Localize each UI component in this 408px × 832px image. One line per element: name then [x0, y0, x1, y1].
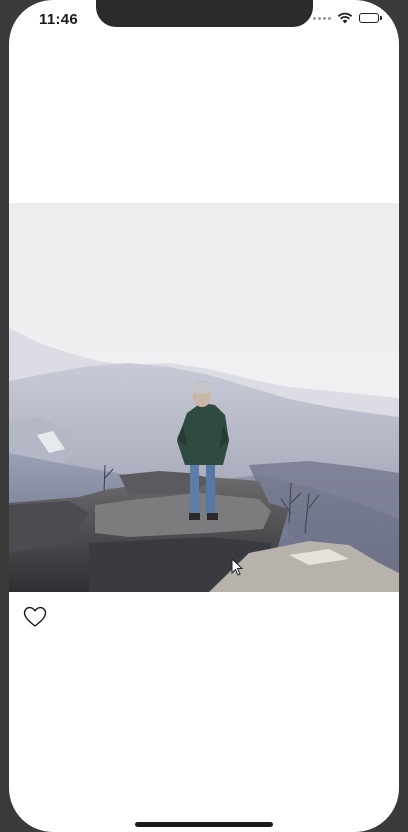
- home-indicator[interactable]: [135, 822, 273, 827]
- status-time: 11:46: [39, 11, 79, 28]
- phone-screen: 11:46: [9, 0, 399, 832]
- landscape-photo-image: [9, 203, 399, 592]
- mouse-pointer-icon: [231, 558, 244, 576]
- heart-outline-icon: [23, 606, 47, 627]
- device-notch: [96, 0, 313, 27]
- wifi-icon: [337, 12, 353, 24]
- like-button[interactable]: [23, 606, 49, 630]
- cellular-signal-icon: [313, 16, 331, 20]
- status-icons: [313, 12, 382, 24]
- post-photo[interactable]: [9, 203, 399, 592]
- battery-icon: [359, 13, 382, 23]
